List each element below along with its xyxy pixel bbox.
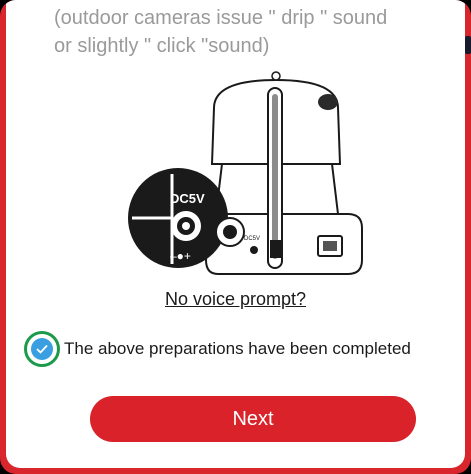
camera-illustration: DC5V DC5V –●+: [128, 71, 363, 275]
instruction-text: (outdoor cameras issue " drip " sound or…: [54, 7, 388, 57]
port-label: DC5V: [170, 191, 205, 206]
scroll-indicator: [465, 36, 471, 54]
preparation-checkbox[interactable]: [24, 331, 60, 367]
preparation-checkbox-row[interactable]: The above preparations have been complet…: [24, 331, 411, 367]
polarity-label: –●+: [170, 249, 191, 263]
small-port-label: DC5V: [244, 236, 260, 242]
preparation-label: The above preparations have been complet…: [64, 339, 411, 358]
no-voice-prompt-link[interactable]: No voice prompt?: [6, 289, 465, 310]
content-panel: (outdoor cameras issue " drip " sound or…: [6, 0, 465, 468]
next-button[interactable]: Next: [90, 396, 416, 442]
app-frame: (outdoor cameras issue " drip " sound or…: [0, 0, 471, 474]
check-icon: [31, 338, 53, 360]
